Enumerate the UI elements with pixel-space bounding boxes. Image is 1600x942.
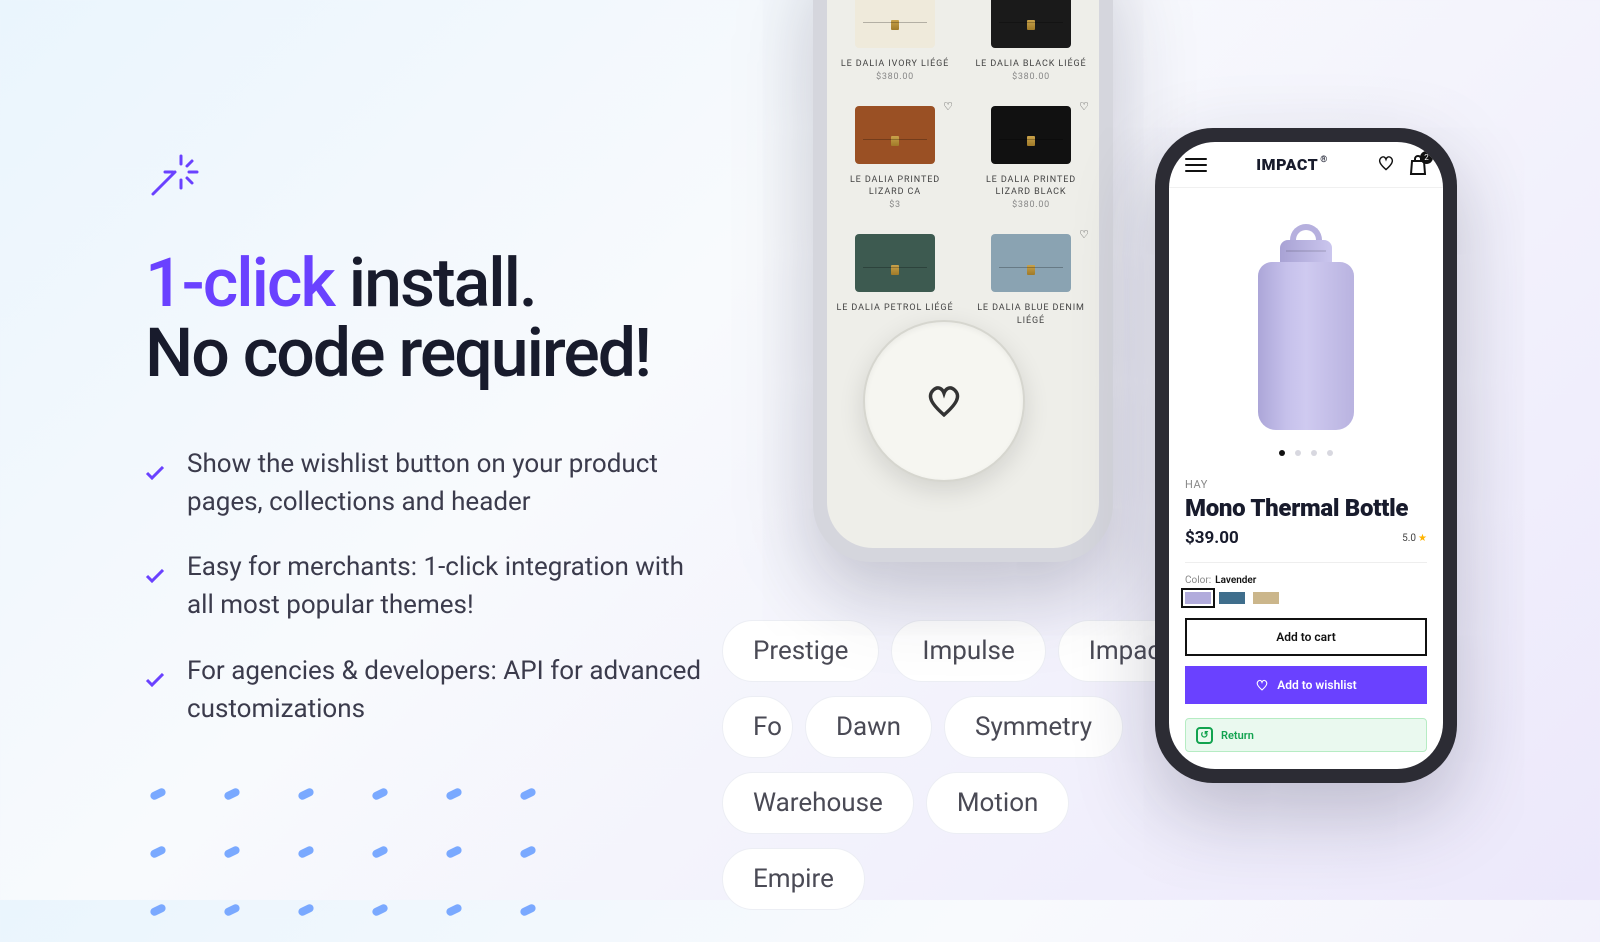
product-price: $380.00 [967,200,1095,210]
product-rating: 5.0★ [1402,533,1427,544]
return-icon: ↺ [1196,727,1213,744]
product-card[interactable]: ♡ LE DALIA PRINTED LIZARD BLACK $380.00 [963,94,1099,222]
product-name: LE DALIA PETROL LIÉGÉ [831,302,959,314]
hero-title: 1-click install. No code required! [145,248,705,388]
check-icon [145,557,165,624]
color-swatches [1185,592,1427,604]
wishlist-heart-icon[interactable]: ♡ [1079,228,1089,241]
feature-item: Show the wishlist button on your product… [145,446,705,521]
heart-icon [1255,679,1269,691]
theme-chip: Dawn [805,696,932,758]
color-label-row: Color:Lavender [1185,575,1427,586]
product-price: $39.00 [1185,528,1239,548]
product-price: $380.00 [967,72,1095,82]
check-icon [145,454,165,521]
theme-chip: Prestige [722,620,879,682]
theme-chip: Motion [926,772,1070,834]
phone-mockup-collection: FILTER SORT BY ⌄ LE DALIA IVORY LIÉGÉ$38… [813,0,1113,562]
store-logo[interactable]: IMPACT® [1256,155,1328,174]
product-card[interactable]: LE DALIA BLACK LIÉGÉ $380.00 [963,0,1099,94]
theme-chip: Fo [722,696,793,758]
theme-chip: Impulse [891,620,1045,682]
product-price: $3 [831,200,959,210]
product-card[interactable]: LE DALIA IVORY LIÉGÉ $380.00 [827,0,963,94]
swatch[interactable] [1253,592,1279,604]
product-title: Mono Thermal Bottle [1185,494,1427,522]
product-price: $380.00 [831,72,959,82]
wishlist-magnifier [863,320,1025,482]
product-image[interactable] [1169,188,1443,466]
wishlist-heart-icon[interactable]: ♡ [943,100,953,113]
product-thumb [855,234,935,292]
magic-wand-icon [145,150,197,202]
product-grid: LE DALIA IVORY LIÉGÉ$380.00LE DALIA BLAC… [827,0,1099,341]
feature-item: Easy for merchants: 1-click integration … [145,549,705,624]
cart-icon[interactable]: 2 [1409,155,1427,175]
check-icon [145,661,165,728]
product-name: LE DALIA IVORY LIÉGÉ [831,58,959,70]
marketing-copy: 1-click install. No code required! Show … [145,150,705,756]
cart-count-badge: 2 [1420,151,1433,164]
decorative-dots [150,790,556,942]
swatch[interactable] [1185,592,1211,604]
theme-chip-list: Prestige Impulse Impact Fo Dawn Symmetry… [722,620,1202,910]
star-icon: ★ [1418,533,1427,544]
product-thumb [991,234,1071,292]
feature-list: Show the wishlist button on your product… [145,446,705,728]
add-to-cart-button[interactable]: Add to cart [1185,618,1427,656]
product-card[interactable]: ♡ LE DALIA PRINTED LIZARD CA $3 [827,94,963,222]
menu-icon[interactable] [1185,158,1207,172]
product-thumb [855,106,935,164]
product-info: HAY Mono Thermal Bottle $39.00 5.0★ Colo… [1169,466,1443,704]
theme-chip: Warehouse [722,772,914,834]
product-name: LE DALIA PRINTED LIZARD BLACK [967,174,1095,198]
heart-icon [925,384,963,418]
product-thumb [991,0,1071,48]
product-thumb [991,106,1071,164]
store-header: IMPACT® 2 [1169,142,1443,188]
product-name: LE DALIA BLACK LIÉGÉ [967,58,1095,70]
theme-chip: Empire [722,848,865,910]
theme-chip: Symmetry [944,696,1123,758]
phone-mockup-product: IMPACT® 2 HAY Mono Thermal Bottle [1155,128,1457,783]
feature-item: For agencies & developers: API for advan… [145,653,705,728]
product-name: LE DALIA PRINTED LIZARD CA [831,174,959,198]
hero-accent: 1-click [145,243,334,323]
product-name: LE DALIA BLUE DENIM LIÉGÉ [967,302,1095,326]
product-thumb [855,0,935,48]
image-pager[interactable] [1279,450,1333,456]
wishlist-icon[interactable] [1377,155,1395,175]
add-to-wishlist-button[interactable]: Add to wishlist [1185,666,1427,704]
product-card[interactable]: ♡ LE DALIA BLUE DENIM LIÉGÉ [963,222,1099,340]
return-banner[interactable]: ↺ Return [1185,718,1427,752]
product-vendor: HAY [1185,478,1427,491]
swatch[interactable] [1219,592,1245,604]
bottle-illustration [1258,224,1354,430]
wishlist-heart-icon[interactable]: ♡ [1079,100,1089,113]
